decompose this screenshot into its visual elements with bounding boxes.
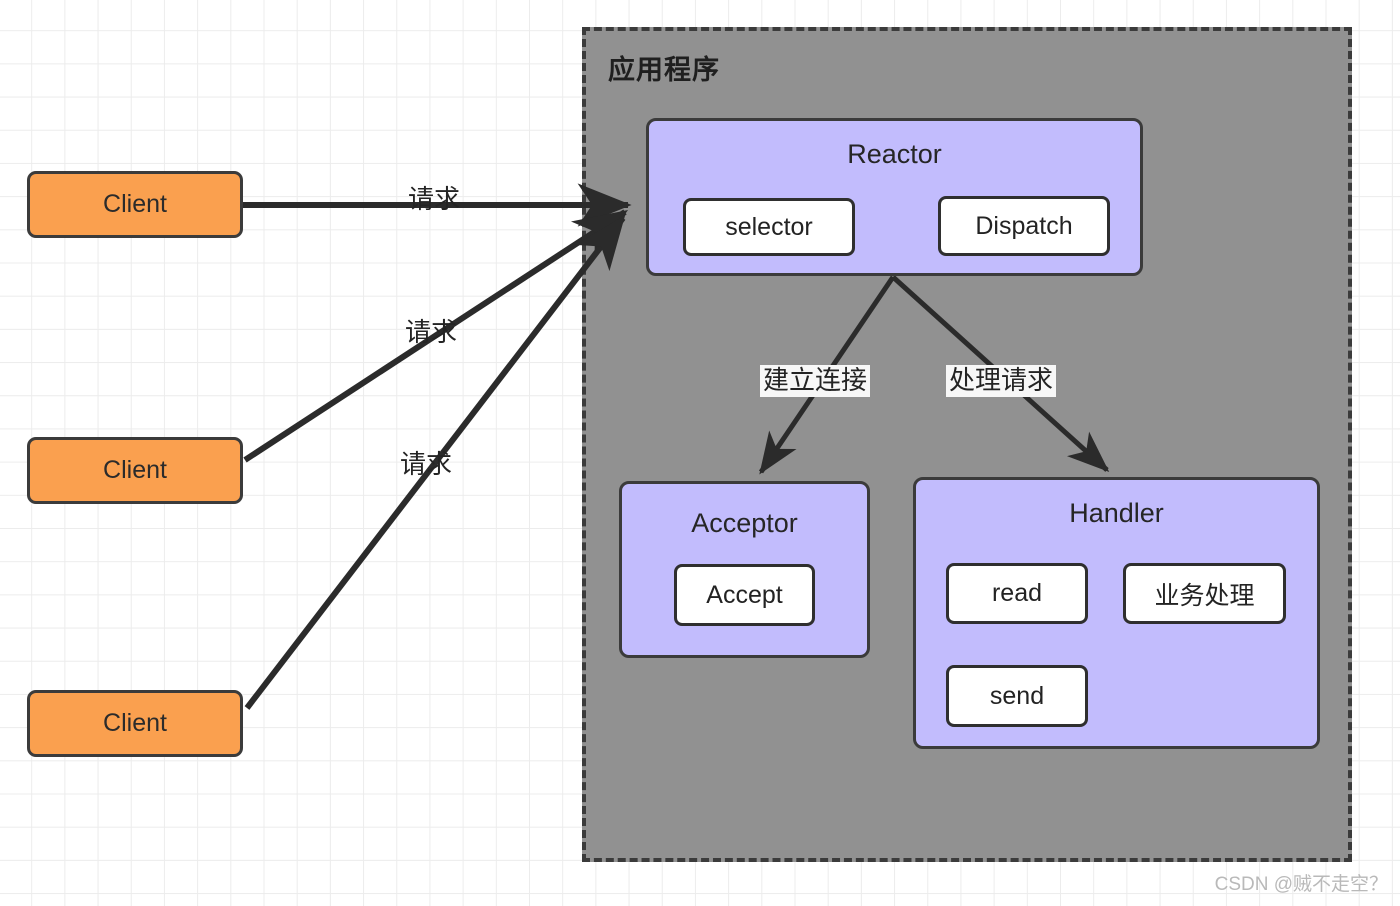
selector-label: selector bbox=[725, 212, 813, 241]
edge-label-establish-connection: 建立连接 bbox=[760, 365, 871, 397]
business-process-label: 业务处理 bbox=[1154, 581, 1255, 610]
client-label: Client bbox=[103, 190, 167, 218]
client-box-1[interactable]: Client bbox=[27, 171, 243, 238]
dispatch-label: Dispatch bbox=[975, 211, 1073, 240]
edge-label-request-3: 请求 bbox=[400, 449, 453, 479]
watermark: CSDN @贼不走空？ bbox=[1214, 874, 1388, 895]
send-chip[interactable]: send bbox=[946, 665, 1088, 727]
selector-chip[interactable]: selector bbox=[683, 198, 855, 256]
accept-chip[interactable]: Accept bbox=[674, 564, 815, 626]
handler-title: Handler bbox=[1069, 498, 1164, 528]
acceptor-title: Acceptor bbox=[691, 508, 798, 538]
read-chip[interactable]: read bbox=[946, 563, 1088, 624]
business-process-chip[interactable]: 业务处理 bbox=[1123, 563, 1286, 624]
edge-label-request-2: 请求 bbox=[405, 317, 458, 347]
edge-label-request-1: 请求 bbox=[408, 184, 461, 214]
send-label: send bbox=[989, 681, 1045, 710]
dispatch-chip[interactable]: Dispatch bbox=[938, 196, 1110, 256]
client-box-2[interactable]: Client bbox=[27, 437, 243, 504]
client-label: Client bbox=[103, 456, 167, 484]
client-box-3[interactable]: Client bbox=[27, 690, 243, 757]
edge-label-handle-request: 处理请求 bbox=[946, 365, 1057, 397]
application-title: 应用程序 bbox=[608, 55, 720, 85]
read-label: read bbox=[991, 579, 1043, 607]
diagram-canvas: 应用程序 Client Client Client Reactor select… bbox=[0, 0, 1400, 906]
accept-label: Accept bbox=[706, 580, 783, 609]
reactor-title: Reactor bbox=[847, 139, 942, 169]
client-label: Client bbox=[103, 709, 167, 737]
